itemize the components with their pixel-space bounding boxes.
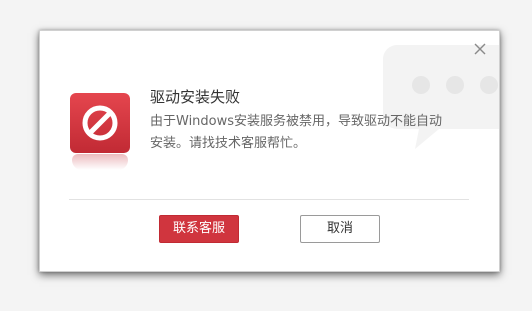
divider [69,199,469,200]
contact-support-button[interactable]: 联系客服 [159,215,239,243]
dialog-title: 驱动安装失败 [150,88,241,106]
close-icon[interactable] [471,40,489,58]
prohibited-icon-background [70,93,130,153]
dialog-message: 由于Windows安装服务被禁用，导致驱动不能自动安装。请找技术客服帮忙。 [150,114,443,151]
cancel-button[interactable]: 取消 [300,215,380,243]
status-icon-container [70,93,130,171]
error-dialog: 驱动安装失败 由于Windows安装服务被禁用，导致驱动不能自动安装。请找技术客… [39,30,500,272]
icon-reflection [72,154,128,170]
prohibited-icon [82,105,118,141]
